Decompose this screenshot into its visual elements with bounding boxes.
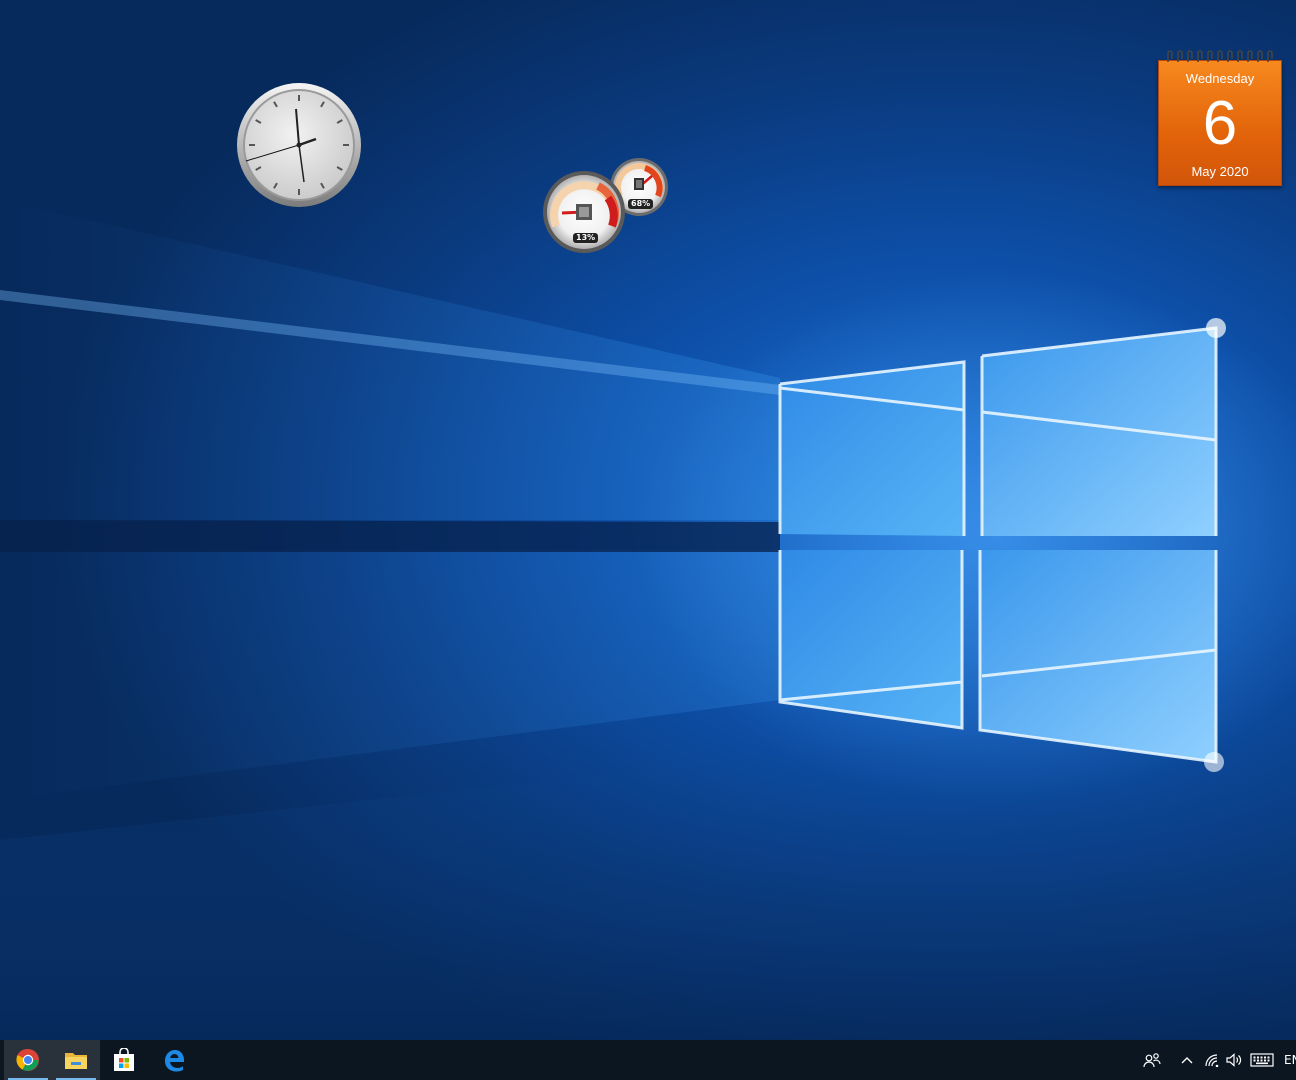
taskbar: EN: [0, 1040, 1296, 1080]
keyboard-icon: [1250, 1053, 1274, 1067]
tray-network-button[interactable]: [1202, 1040, 1222, 1080]
memory-usage-label: 68%: [628, 199, 654, 209]
calendar-month-year: May 2020: [1191, 164, 1249, 179]
people-icon: [1143, 1053, 1161, 1068]
taskbar-edge-button[interactable]: [150, 1040, 198, 1080]
tray-input-language[interactable]: EN: [1284, 1040, 1296, 1080]
calendar-day-name: Wednesday: [1185, 71, 1255, 86]
tray-volume-button[interactable]: [1224, 1040, 1246, 1080]
tray-touch-keyboard-button[interactable]: [1248, 1040, 1276, 1080]
calendar-gadget[interactable]: Wednesday 6 May 2020: [1158, 50, 1282, 188]
taskbar-store-button[interactable]: [100, 1040, 148, 1080]
chevron-up-icon: [1181, 1057, 1193, 1064]
store-bag-icon: [114, 1048, 134, 1071]
chrome-icon: [16, 1048, 39, 1071]
edge-icon: [165, 1050, 184, 1072]
folder-icon: [65, 1053, 87, 1069]
taskbar-file-explorer-button[interactable]: [52, 1040, 100, 1080]
speaker-icon: [1226, 1053, 1242, 1067]
desktop[interactable]: 13% 68% Wednesday 6 May 2020: [0, 0, 1296, 1040]
tray-people-button[interactable]: [1140, 1040, 1164, 1080]
taskbar-chrome-button[interactable]: [4, 1040, 52, 1080]
calendar-day-number: 6: [1202, 89, 1238, 158]
calendar-page: Wednesday 6 May 2020: [1158, 60, 1282, 186]
cpu-usage-label: 13%: [573, 233, 599, 243]
analog-clock-icon: [237, 83, 361, 207]
cpu-meter-gadget[interactable]: 13% 68%: [540, 156, 672, 256]
tray-overflow-button[interactable]: [1176, 1040, 1198, 1080]
wifi-icon: [1205, 1054, 1219, 1067]
calendar-spiral-icon: [1167, 50, 1273, 62]
clock-gadget[interactable]: [236, 82, 362, 208]
